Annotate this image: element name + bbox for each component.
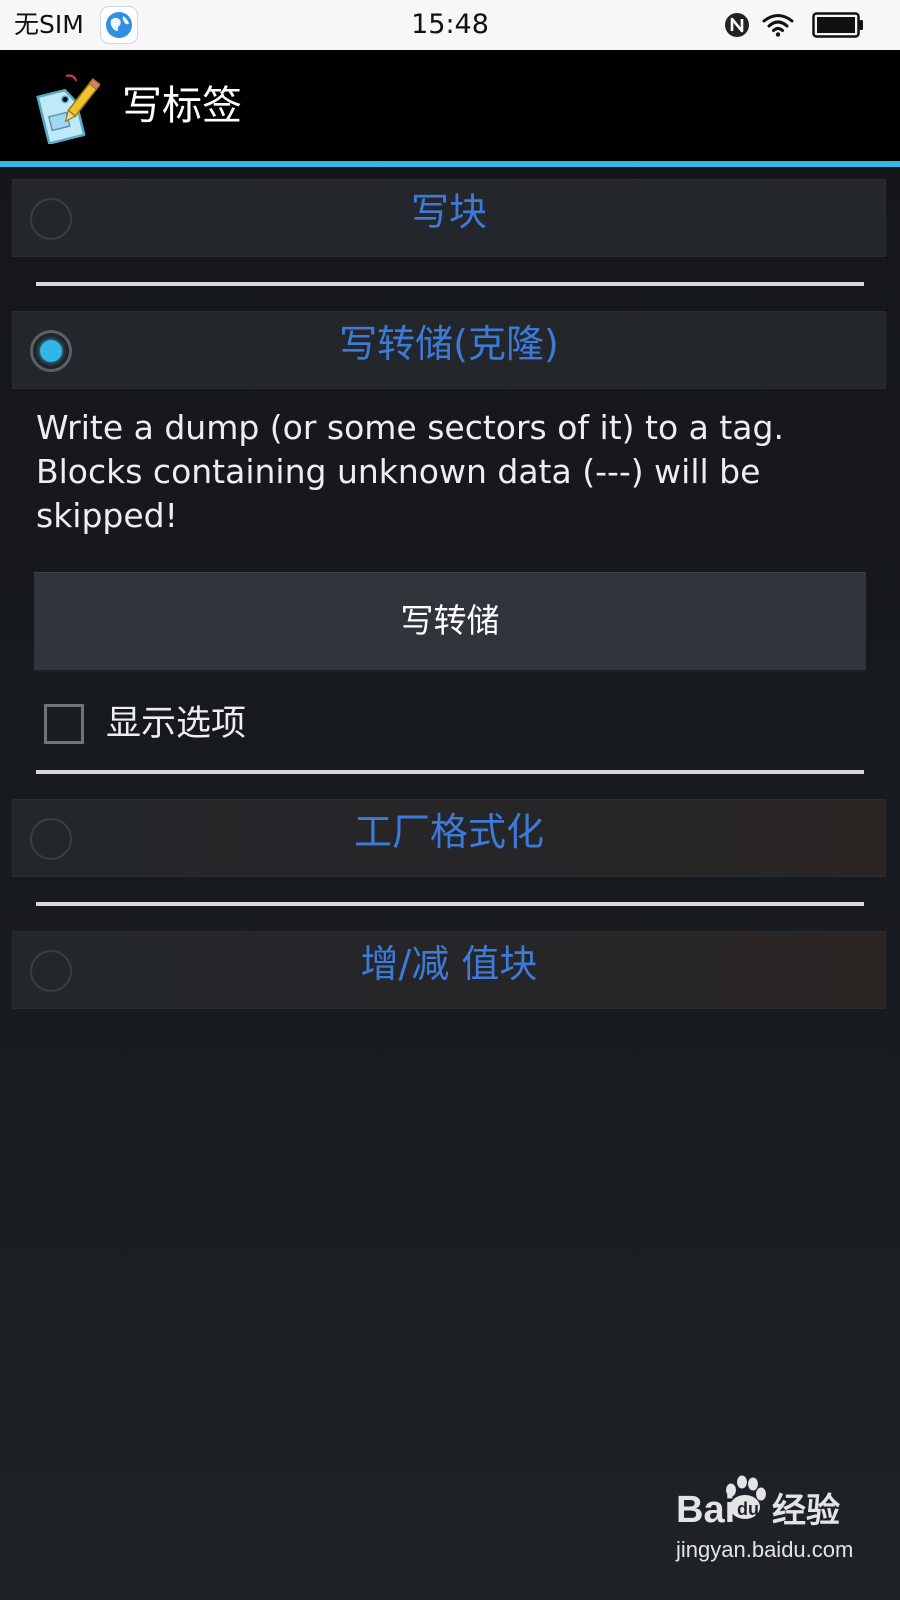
watermark-brand: Bai [676,1489,735,1531]
option-label-write-block: 写块 [410,190,487,234]
option-factory-format[interactable]: 工厂格式化 [12,799,886,877]
option-write-block[interactable]: 写块 [12,179,886,257]
watermark-brand-suffix: 经验 [772,1491,840,1531]
option-label-value-block: 增/减 值块 [360,942,538,986]
option-value-block[interactable]: 增/减 值块 [12,931,886,1009]
paw-icon: du [726,1475,766,1519]
option-write-dump[interactable]: 写转储(克隆) [12,311,886,389]
watermark-url: jingyan.baidu.com [675,1537,853,1562]
action-bar: 写标签 [0,50,900,161]
svg-text:du: du [737,1499,759,1519]
section-divider [36,902,864,906]
battery-icon [812,12,864,42]
action-bar-divider [0,161,900,167]
write-dump-button[interactable]: 写转储 [34,572,866,672]
write-dump-description: Write a dump (or some sectors of it) to … [36,408,784,535]
option-label-write-dump: 写转储(克隆) [339,322,559,366]
tag-pencil-icon[interactable] [30,72,102,148]
section-divider [36,282,864,286]
nfc-icon [724,12,750,42]
page-title: 写标签 [122,83,242,129]
show-options-label: 显示选项 [106,704,247,744]
option-label-factory-format: 工厂格式化 [353,810,544,854]
status-bar: 无SIM 15:48 [0,0,900,50]
wifi-icon [762,13,794,41]
section-divider [36,770,864,774]
show-options-checkbox[interactable] [44,704,84,744]
